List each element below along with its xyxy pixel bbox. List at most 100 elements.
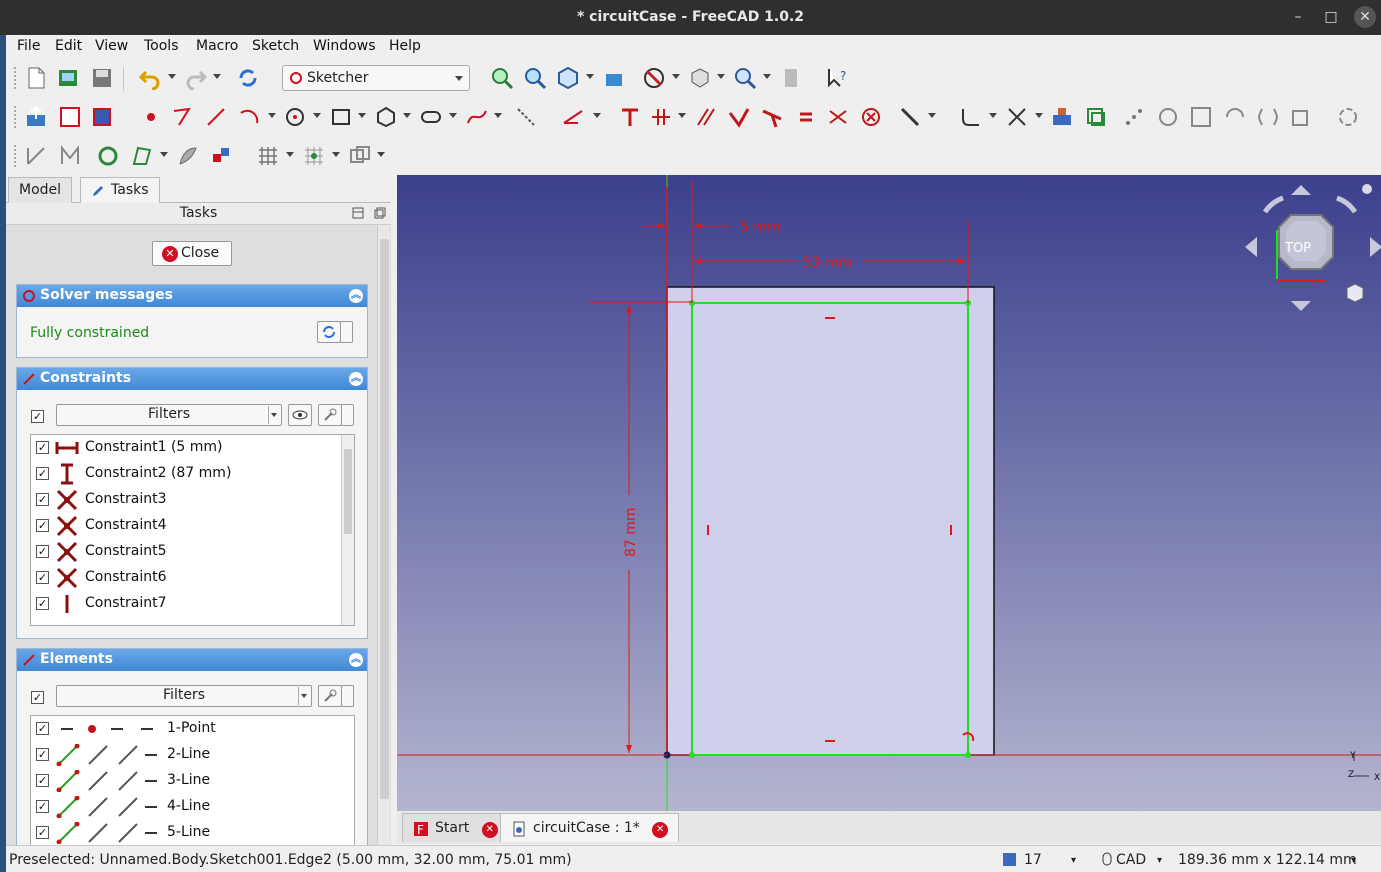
switch-virtual-space-icon[interactable] [24,144,48,168]
workbench-selector[interactable]: Sketcher [282,65,470,91]
list-item[interactable]: ✓ 2-Line [31,742,354,768]
dimension-87mm[interactable]: 87 mm [623,507,639,557]
dimension-53mm[interactable]: 53 mm [803,255,853,271]
constraint-checkbox[interactable]: ✓ [36,467,49,480]
list-item[interactable]: ✓ Constraint1 (5 mm) [31,435,354,461]
redo-icon[interactable] [184,66,208,91]
horizontal-distance-tool-icon[interactable] [618,105,642,129]
solver-messages-header[interactable]: Solver messages ︽ [17,285,367,307]
notifications-icon[interactable] [1003,853,1016,866]
new-document-icon[interactable] [24,66,48,90]
open-document-icon[interactable] [56,66,80,90]
measure-icon[interactable] [779,66,803,90]
elements-settings-dropdown[interactable] [341,685,354,707]
dimension-tool-icon[interactable] [561,105,585,129]
solver-options-dropdown[interactable] [340,321,353,343]
std-views-icon[interactable] [688,66,712,90]
fit-all-icon[interactable] [490,66,514,90]
collapse-icon[interactable]: ︽ [349,653,363,667]
navigation-style[interactable]: CAD [1116,852,1146,868]
menu-view[interactable]: View [95,38,128,54]
toggle-driving-icon[interactable] [898,105,922,129]
tab-model[interactable]: Model [8,177,73,203]
zoom-icon[interactable] [733,66,757,90]
elements-all-checkbox[interactable]: ✓ [31,691,44,704]
element-checkbox[interactable]: ✓ [36,800,49,813]
array-tool-icon[interactable] [1256,105,1280,129]
arc-tool-icon[interactable] [237,105,261,129]
list-item[interactable]: ✓ 5-Line [31,820,354,846]
element-checkbox[interactable]: ✓ [36,826,49,839]
point-tool-icon[interactable] [139,105,163,129]
elements-settings-button[interactable] [318,685,342,707]
save-document-icon[interactable] [90,66,114,90]
snap-icon[interactable] [302,144,326,168]
parallel-tool-icon[interactable] [694,105,718,129]
tasks-panel-scrollbar[interactable] [377,225,390,845]
close-task-button[interactable]: ✕ Close [152,241,232,266]
whats-this-icon[interactable]: ? [826,66,850,90]
draw-style-icon[interactable] [642,66,666,90]
elements-filter-combo[interactable]: Filters [56,685,312,707]
constraints-filter-combo[interactable]: Filters [56,404,282,426]
equal-tool-icon[interactable] [794,105,818,129]
menu-windows[interactable]: Windows [313,38,376,54]
update-solver-button[interactable] [317,321,341,343]
close-shape-icon[interactable] [96,144,120,168]
symmetry-tool-icon[interactable] [1189,105,1213,129]
polygon-tool-icon[interactable] [374,105,398,129]
float-panel-icon[interactable] [352,207,364,219]
constraint-checkbox[interactable]: ✓ [36,597,49,610]
close-tab-icon[interactable]: ✕ [481,822,498,838]
menu-file[interactable]: File [17,38,40,54]
visibility-toggle-button[interactable] [288,404,312,426]
minimize-button[interactable]: – [1286,6,1310,28]
clone-tool-icon[interactable] [1223,105,1247,129]
merge-sketches-icon[interactable] [209,144,233,168]
close-panel-icon[interactable] [374,207,386,219]
line-tool-icon[interactable] [204,105,228,129]
maximize-button[interactable]: □ [1319,6,1343,28]
element-checkbox[interactable]: ✓ [36,748,49,761]
tab-start[interactable]: F Start ✕ [402,813,509,842]
constraints-settings-dropdown[interactable] [341,404,354,426]
list-item[interactable]: ✓ Constraint6 [31,565,354,591]
tab-tasks[interactable]: Tasks [80,177,160,203]
sketch-canvas[interactable]: 5 mm 53 mm 87 mm TOP Y Z X [397,175,1381,811]
rendering-order-icon[interactable] [348,144,372,168]
construction-mode-icon[interactable] [514,105,538,129]
restore-internal-icon[interactable] [1156,105,1180,129]
element-checkbox[interactable]: ✓ [36,774,49,787]
carbon-copy-icon[interactable] [1084,105,1108,129]
view-section-icon[interactable] [90,105,114,129]
leave-sketch-icon[interactable] [24,105,48,129]
tangent-tool-icon[interactable] [760,105,784,129]
constraints-settings-button[interactable] [318,404,342,426]
notification-count[interactable]: 17 [1024,852,1042,868]
rectangle-tool-icon[interactable] [329,105,353,129]
list-item[interactable]: ✓ Constraint5 [31,539,354,565]
collapse-icon[interactable]: ︽ [349,289,363,303]
constraint-checkbox[interactable]: ✓ [36,441,49,454]
dimension-5mm[interactable]: 5 mm [740,220,781,236]
collapse-icon[interactable]: ︽ [349,372,363,386]
trim-tool-icon[interactable] [1005,105,1029,129]
list-item[interactable]: ✓ Constraint3 [31,487,354,513]
circle-tool-icon[interactable] [283,105,307,129]
show-hide-icon[interactable] [58,144,82,168]
close-window-button[interactable]: ✕ [1354,6,1376,28]
constraint-checkbox[interactable]: ✓ [36,571,49,584]
tab-circuitcase[interactable]: circuitCase : 1* ✕ [500,813,680,842]
close-tab-icon[interactable]: ✕ [652,822,669,838]
list-item[interactable]: ✓ Constraint7 [31,591,354,617]
menu-edit[interactable]: Edit [55,38,82,54]
view-sketch-icon[interactable] [58,105,82,129]
fillet-tool-icon[interactable] [959,105,983,129]
refresh-icon[interactable] [236,66,260,90]
external-geometry-icon[interactable] [1050,105,1074,129]
element-checkbox[interactable]: ✓ [36,722,49,735]
3d-viewport[interactable]: 5 mm 53 mm 87 mm TOP Y Z X [397,175,1381,811]
list-item[interactable]: ✓ 4-Line [31,794,354,820]
validate-sketch-icon[interactable] [176,144,200,168]
menu-tools[interactable]: Tools [144,38,179,54]
